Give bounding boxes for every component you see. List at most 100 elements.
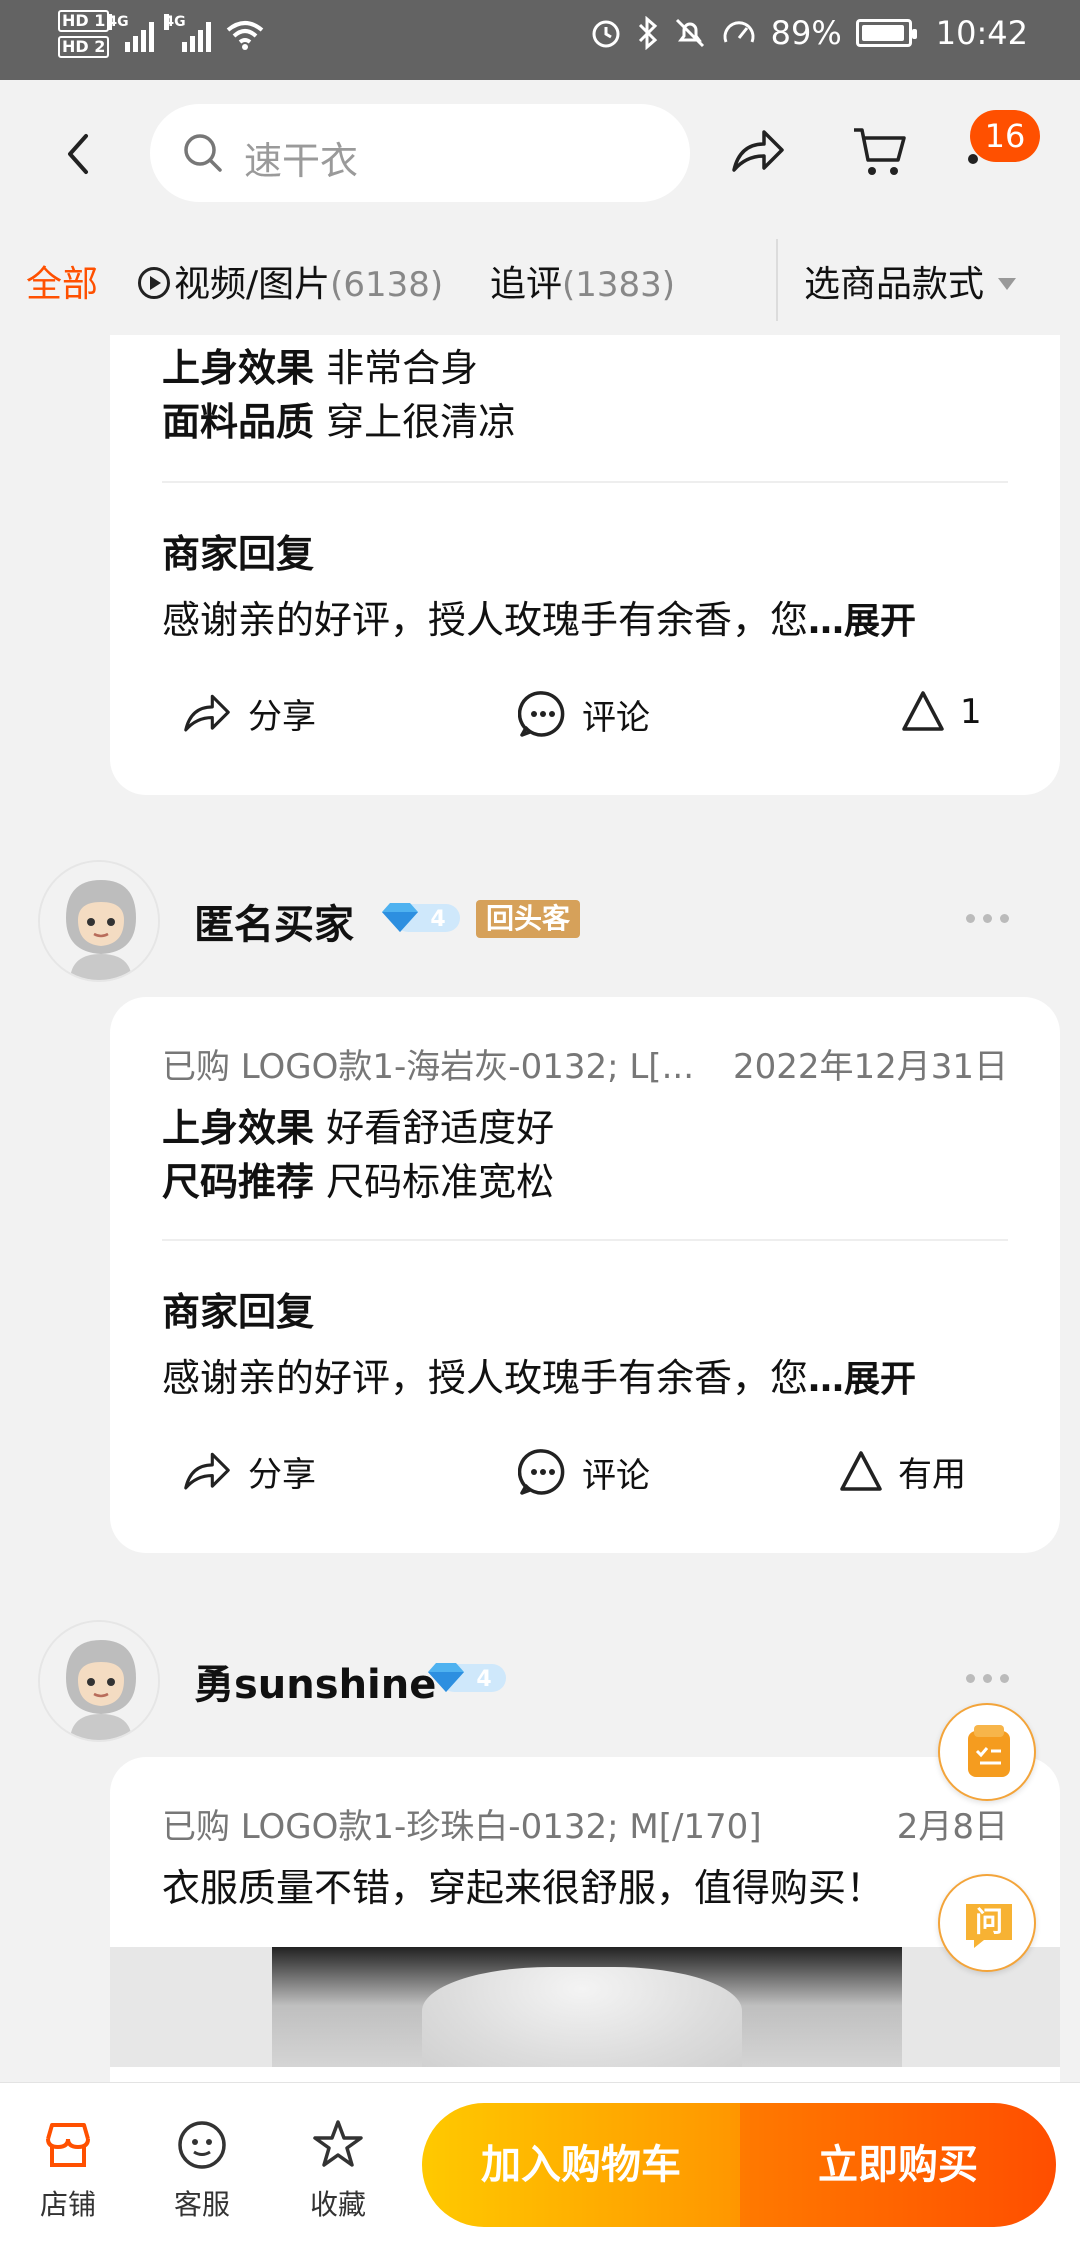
attribute-key: 面料品质	[162, 400, 315, 444]
useful-label: 有用	[898, 1455, 966, 1495]
filter-followup-count: (1383)	[562, 265, 676, 305]
reviewer-name: 勇sunshine	[194, 1662, 437, 1708]
ask-label: 问	[974, 1905, 1003, 1938]
review-card: 上身效果 非常合身 面料品质 穿上很清凉 商家回复 感谢亲的好评，授人玫瑰手有余…	[110, 335, 1060, 795]
share-button[interactable]: 分享	[180, 1447, 316, 1496]
signal-icon: 4G	[164, 14, 212, 52]
ellipsis: …	[808, 1359, 845, 1400]
comment-label: 评论	[582, 697, 650, 738]
comment-button[interactable]: 评论	[518, 1447, 650, 1497]
comment-icon	[518, 691, 565, 737]
filter-video-label: 视频/图片	[174, 264, 331, 305]
merchant-reply: 感谢亲的好评，授人玫瑰手有余香，您…展开	[162, 1347, 916, 1402]
divider	[776, 239, 778, 321]
battery-percent: 89%	[770, 14, 842, 52]
shop-button[interactable]: 店铺	[18, 2117, 118, 2223]
hd2-label: HD 2	[58, 36, 110, 58]
level-number: 4	[476, 1667, 491, 1692]
comment-label: 评论	[582, 1455, 650, 1496]
customer-service-button[interactable]: 客服	[152, 2117, 252, 2223]
attribute-key: 上身效果	[162, 346, 315, 390]
top-nav: 速干衣 16	[0, 80, 1080, 225]
filter-followup[interactable]: 追评(1383)	[490, 255, 675, 307]
play-icon	[138, 267, 170, 299]
more-options-icon[interactable]	[966, 914, 1009, 923]
share-label: 分享	[248, 697, 316, 737]
speedometer-icon	[723, 21, 755, 43]
useful-count: 1	[960, 692, 982, 732]
review-card: 已购 LOGO款1-珍珠白-0132; M[/170] 2月8日 衣服质量不错，…	[110, 1757, 1060, 2082]
merchant-reply-title: 商家回复	[162, 532, 315, 576]
reviewer-header: 匿名买家 4 回头客	[0, 860, 1080, 982]
search-placeholder: 速干衣	[244, 139, 359, 183]
clock: 10:42	[935, 14, 1028, 52]
search-icon	[184, 134, 222, 172]
search-input[interactable]: 速干衣	[150, 104, 690, 202]
review-photo[interactable]	[110, 1947, 1060, 2067]
share-button[interactable]: 分享	[180, 689, 316, 738]
checklist-button[interactable]	[938, 1703, 1036, 1801]
cart-icon[interactable]	[850, 124, 910, 180]
reviewer-header: 勇sunshine 4	[0, 1620, 1080, 1742]
review-attribute: 上身效果 非常合身	[162, 337, 478, 392]
comment-icon	[518, 1449, 565, 1495]
ellipsis: …	[808, 601, 845, 642]
avatar-image	[40, 1622, 158, 1740]
divider	[162, 481, 1008, 483]
diamond-level-badge: 4	[428, 1663, 506, 1692]
review-card: 已购 LOGO款1-海岩灰-0132; L[... 2022年12月31日 上身…	[110, 997, 1060, 1553]
thumb-up-icon	[902, 691, 944, 731]
status-bar: HD 1 HD 2 4G 4G 89% 10:42	[0, 0, 1080, 80]
hd1-label: HD 1	[58, 10, 110, 32]
divider	[162, 1239, 1008, 1241]
chevron-down-icon	[998, 278, 1017, 290]
ask-button[interactable]: 问	[938, 1874, 1036, 1972]
merchant-reply: 感谢亲的好评，授人玫瑰手有余香，您…展开	[162, 589, 916, 644]
cart-badge: 16	[970, 110, 1040, 162]
share-icon	[184, 694, 230, 731]
useful-button[interactable]: 1	[900, 689, 982, 735]
avatar-image	[40, 862, 158, 980]
more-icon[interactable]	[968, 154, 978, 164]
review-date: 2022年12月31日	[732, 1047, 1008, 1087]
customer-service-icon	[178, 2121, 226, 2169]
level-number: 4	[430, 907, 445, 932]
network-type-label: 4G	[164, 14, 186, 30]
avatar[interactable]	[38, 860, 160, 982]
expand-link[interactable]: 展开	[844, 1359, 916, 1400]
network-type-label: 4G	[107, 14, 129, 30]
attribute-value: 尺码标准宽松	[326, 1160, 555, 1204]
style-select-label: 选商品款式	[804, 264, 985, 305]
expand-link[interactable]: 展开	[844, 601, 916, 642]
more-options-icon[interactable]	[966, 1674, 1009, 1683]
attribute-key: 上身效果	[162, 1106, 315, 1150]
share-icon[interactable]	[730, 126, 786, 178]
style-select[interactable]: 选商品款式	[804, 255, 1017, 307]
bottom-bar: 店铺 客服 收藏 加入购物车 立即购买	[0, 2082, 1080, 2244]
shop-label: 店铺	[39, 2188, 96, 2221]
merchant-reply-text: 感谢亲的好评，授人玫瑰手有余香，您	[162, 598, 809, 642]
bluetooth-icon	[638, 16, 657, 50]
purchased-variant: 已购 LOGO款1-海岩灰-0132; L[...	[162, 1047, 694, 1087]
filter-followup-label: 追评	[490, 264, 563, 305]
shirt-image	[272, 1947, 902, 2067]
shop-icon	[46, 2123, 90, 2167]
attribute-key: 尺码推荐	[162, 1160, 315, 1204]
status-left: HD 1 HD 2 4G 4G	[58, 10, 265, 58]
filter-all[interactable]: 全部	[26, 255, 98, 307]
filter-video-image[interactable]: 视频/图片(6138)	[138, 255, 443, 307]
signal-icon: 4G	[107, 14, 155, 52]
purchase-buttons: 加入购物车 立即购买	[422, 2103, 1056, 2227]
review-attribute: 上身效果 好看舒适度好	[162, 1097, 554, 1152]
back-icon[interactable]	[54, 124, 104, 184]
useful-button[interactable]: 有用	[838, 1447, 966, 1496]
avatar[interactable]	[38, 1620, 160, 1742]
comment-button[interactable]: 评论	[518, 689, 650, 739]
add-to-cart-button[interactable]: 加入购物车	[422, 2103, 740, 2227]
attribute-value: 好看舒适度好	[326, 1106, 555, 1150]
merchant-reply-text: 感谢亲的好评，授人玫瑰手有余香，您	[162, 1356, 809, 1400]
buy-now-button[interactable]: 立即购买	[740, 2103, 1056, 2227]
attribute-value: 非常合身	[326, 346, 479, 390]
favorite-button[interactable]: 收藏	[288, 2117, 388, 2223]
review-date: 2月8日	[896, 1807, 1008, 1847]
